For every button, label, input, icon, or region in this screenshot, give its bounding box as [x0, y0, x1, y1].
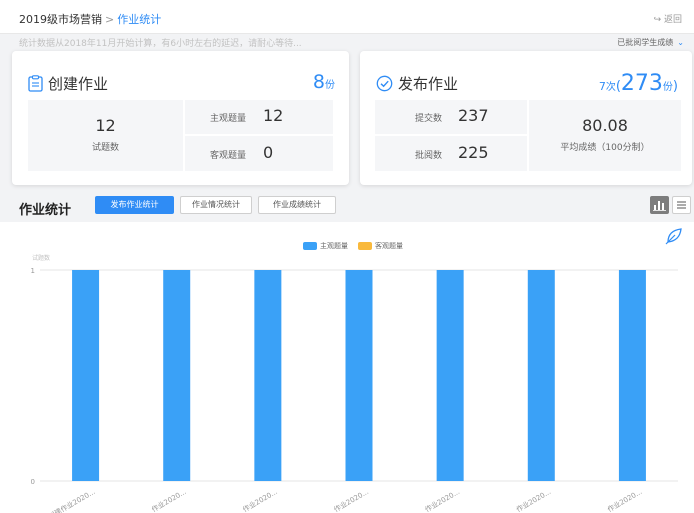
tab-publish-statistics[interactable]: 发布作业统计	[95, 196, 174, 214]
create-count-unit: 份	[325, 80, 335, 91]
submit-label: 提交数	[415, 114, 443, 124]
chart-legend: 主观题量 客观题量	[303, 241, 413, 251]
submit-cell: 提交数 237	[375, 100, 527, 134]
download-chart-button[interactable]	[664, 226, 684, 250]
average-score-value: 80.08	[582, 116, 628, 135]
publish-copies-unit: 份	[662, 82, 673, 93]
check-circle-icon	[376, 75, 393, 92]
legend-label-subjective: 主观题量	[320, 242, 348, 250]
questions-count-label: 试题数	[91, 143, 119, 153]
publish-count: 7次(273份)	[599, 71, 678, 96]
publish-copies-value: 273	[620, 71, 663, 96]
subjective-value: 12	[263, 106, 284, 125]
subjective-label: 主观题量	[210, 114, 247, 124]
back-arrow-icon: ↪	[653, 15, 662, 25]
publish-card-title-text: 发布作业	[398, 75, 459, 93]
questions-count-value: 12	[95, 116, 116, 135]
submit-value: 237	[458, 106, 489, 125]
average-score-label: 平均成绩（100分制）	[560, 143, 650, 153]
chevron-down-icon: ⌄	[677, 38, 684, 47]
create-card-title: 创建作业	[28, 73, 108, 94]
create-count: 8份	[313, 71, 335, 93]
delay-notice: 统计数据从2018年11月开始计算，有6小时左右的延迟，请耐心等待...	[19, 39, 302, 49]
chart-panel	[0, 222, 694, 513]
objective-value: 0	[263, 143, 274, 162]
breadcrumb-current: 作业统计	[117, 13, 162, 26]
list-view-button[interactable]	[672, 196, 691, 214]
review-value: 225	[458, 143, 489, 162]
section-title: 作业统计	[19, 203, 72, 218]
chart-y-axis-label: 试题数	[32, 255, 51, 262]
create-count-value: 8	[312, 71, 325, 93]
create-card-title-text: 创建作业	[48, 75, 109, 93]
average-score-cell: 80.08 平均成绩（100分制）	[529, 100, 681, 171]
paren-close: )	[672, 79, 678, 94]
breadcrumb-course[interactable]: 2019级市场营销	[19, 13, 102, 26]
leaf-download-icon	[665, 228, 682, 245]
subjective-cell: 主观题量 12	[185, 100, 333, 134]
legend-swatch-objective	[358, 242, 372, 250]
create-homework-card: 创建作业 8份 12 试题数 主观题量 12 客观题量 0	[12, 51, 349, 185]
list-icon	[677, 201, 686, 209]
clipboard-icon	[28, 75, 43, 92]
statistics-section-bar: 作业统计 发布作业统计 作业情况统计 作业成绩统计	[0, 193, 694, 219]
grade-filter-select[interactable]: 已批阅学生成绩 ⌄	[617, 37, 684, 48]
tab-homework-scores[interactable]: 作业成绩统计	[258, 196, 336, 214]
publish-times-unit: 次	[605, 82, 616, 93]
breadcrumb-separator: >	[105, 13, 115, 26]
review-cell: 批阅数 225	[375, 136, 527, 171]
questions-count-cell: 12 试题数	[28, 100, 183, 171]
back-label: 返回	[663, 15, 682, 25]
bar-chart-icon	[653, 201, 666, 211]
grade-filter-value: 已批阅学生成绩	[617, 38, 674, 47]
legend-label-objective: 客观题量	[375, 242, 403, 250]
publish-card-title: 发布作业	[376, 73, 458, 94]
top-bar: 2019级市场营销 > 作业统计 ↪ 返回	[0, 0, 694, 34]
legend-item-objective[interactable]: 客观题量	[358, 241, 403, 251]
legend-item-subjective[interactable]: 主观题量	[303, 241, 348, 251]
objective-cell: 客观题量 0	[185, 136, 333, 171]
review-label: 批阅数	[415, 151, 443, 161]
legend-swatch-subjective	[303, 242, 317, 250]
objective-label: 客观题量	[210, 151, 247, 161]
chart-view-button[interactable]	[650, 196, 669, 214]
publish-homework-card: 发布作业 7次(273份) 提交数 237 批阅数 225 80.08 平均成绩…	[360, 51, 692, 185]
breadcrumb: 2019级市场营销 > 作业统计	[19, 11, 161, 27]
tab-homework-situation[interactable]: 作业情况统计	[180, 196, 252, 214]
publish-times-value: 7	[598, 80, 606, 93]
back-button[interactable]: ↪ 返回	[654, 12, 682, 25]
